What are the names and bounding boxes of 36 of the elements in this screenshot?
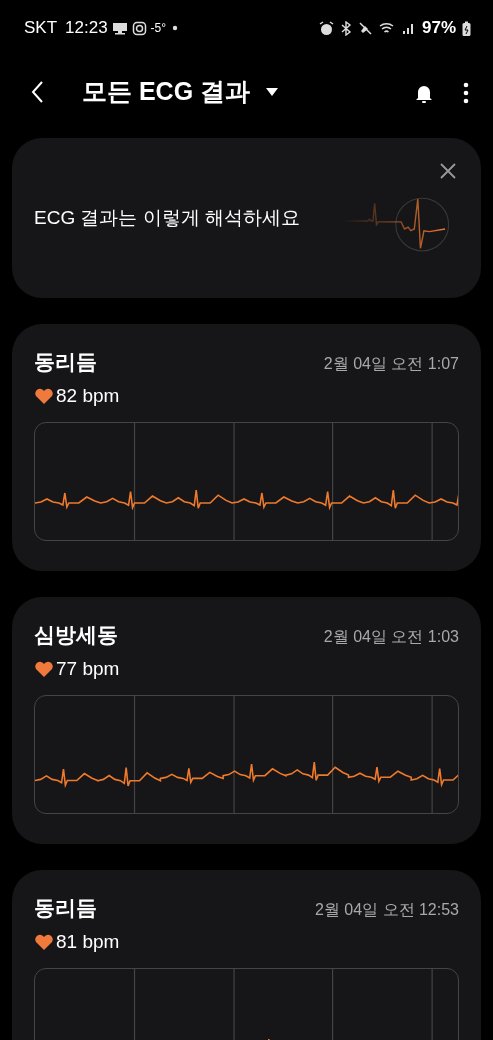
- rhythm-title: 동리듬: [34, 895, 97, 921]
- record-date: 2월 04일 오전 1:07: [323, 354, 459, 374]
- more-button[interactable]: [463, 80, 469, 104]
- heart-rate-text: 81 bpm: [56, 929, 120, 954]
- heart-rate-text: 77 bpm: [56, 656, 120, 681]
- heart-icon: [34, 932, 54, 951]
- monitor-icon: [111, 21, 128, 35]
- rhythm-title: 심방세동: [34, 622, 118, 648]
- wifi-icon: [378, 21, 396, 35]
- close-icon: [439, 161, 457, 180]
- camera-icon: [131, 20, 147, 36]
- record-card[interactable]: 동리듬 2월 04일 오전 12:53 81 bpm: [12, 870, 481, 1040]
- caret-icon: [266, 88, 279, 96]
- battery-text: 97%: [421, 17, 456, 40]
- banner-text: ECG 결과는 이렇게 해석하세요: [34, 205, 300, 230]
- clock-text: 12:23: [65, 17, 108, 40]
- heart-rate-text: 82 bpm: [56, 383, 120, 408]
- heart-icon: [34, 386, 54, 405]
- rhythm-title: 동리듬: [34, 349, 97, 375]
- carrier-text: SKT: [24, 17, 58, 40]
- alarm-icon: [318, 20, 334, 36]
- signal-icon: [401, 21, 416, 35]
- heart-icon: [34, 659, 54, 678]
- temperature-text: -5°: [150, 20, 167, 37]
- info-banner[interactable]: ECG 결과는 이렇게 해석하세요: [12, 138, 481, 298]
- back-button[interactable]: [30, 79, 44, 105]
- bluetooth-icon: [339, 20, 352, 36]
- more-icon: [463, 81, 469, 104]
- title-dropdown[interactable]: 모든 ECG 결과: [44, 73, 279, 111]
- back-icon: [30, 80, 44, 105]
- record-date: 2월 04일 오전 1:03: [323, 627, 459, 647]
- record-card[interactable]: 동리듬 2월 04일 오전 1:07 82 bpm: [12, 324, 481, 571]
- record-date: 2월 04일 오전 12:53: [314, 900, 459, 920]
- battery-icon: [462, 20, 471, 36]
- record-card[interactable]: 심방세동 2월 04일 오전 1:03 77 bpm: [12, 597, 481, 844]
- mute-icon: [357, 20, 373, 36]
